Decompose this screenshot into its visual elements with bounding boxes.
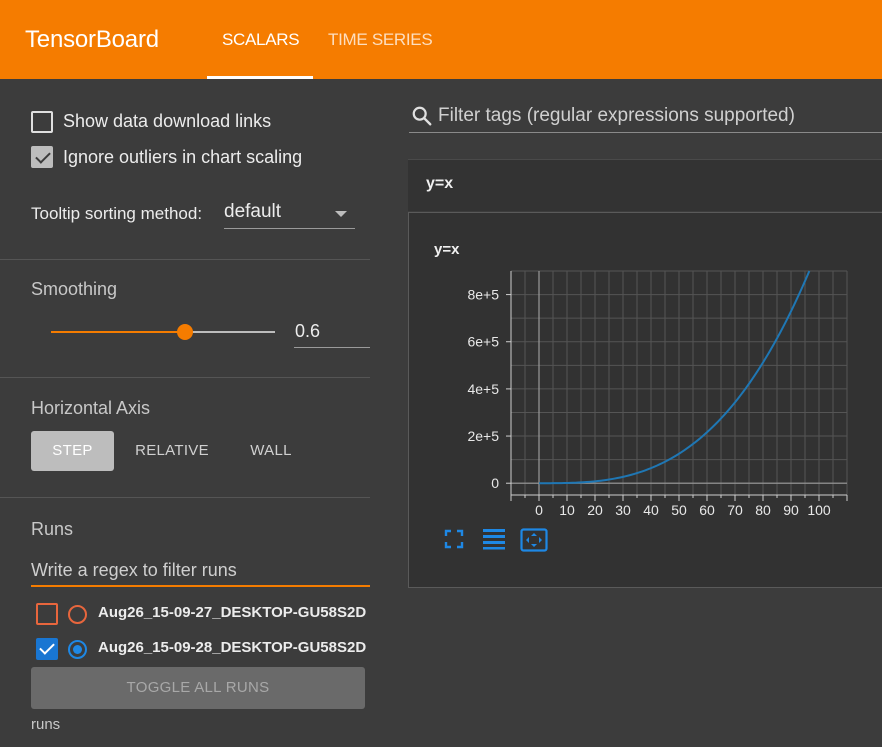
x-tick-label: 80	[755, 502, 771, 518]
run-1-checkbox[interactable]	[36, 603, 58, 625]
ignore-outliers-checkbox[interactable]	[31, 146, 53, 168]
run-1-name: Aug26_15-09-27_DESKTOP-GU58S2D	[98, 604, 367, 621]
x-tick-label: 30	[615, 502, 631, 518]
smoothing-input[interactable]: 0.6	[294, 319, 370, 348]
tooltip-sorting-label: Tooltip sorting method:	[31, 204, 203, 223]
y-tick-label: 0	[491, 475, 499, 491]
smoothing-slider-fill	[51, 331, 185, 333]
y-tick-label: 2e+5	[467, 428, 499, 444]
app-title: TensorBoard	[25, 26, 159, 53]
axis-relative-button[interactable]: RELATIVE	[124, 431, 220, 471]
run-2-radio[interactable]	[68, 640, 87, 659]
tag-filter-input[interactable]: Filter tags (regular expressions support…	[409, 102, 882, 133]
tag-filter-placeholder: Filter tags (regular expressions support…	[438, 105, 795, 126]
show-download-links-checkbox[interactable]	[31, 111, 53, 133]
tag-group-title: y=x	[426, 175, 454, 192]
x-tick-label: 90	[783, 502, 799, 518]
x-tick-label: 0	[535, 502, 543, 518]
x-tick-label: 50	[671, 502, 687, 518]
x-tick-label: 70	[727, 502, 743, 518]
search-icon	[412, 106, 432, 126]
smoothing-slider-handle[interactable]	[177, 324, 193, 340]
x-tick-label: 40	[643, 502, 659, 518]
axis-wall-button[interactable]: WALL	[230, 431, 312, 471]
axis-step-button[interactable]: STEP	[31, 431, 114, 471]
y-tick-label: 8e+5	[467, 287, 499, 303]
run-2-name: Aug26_15-09-28_DESKTOP-GU58S2D	[98, 639, 367, 656]
divider	[0, 377, 370, 378]
chevron-down-icon	[335, 211, 347, 217]
series-line	[539, 270, 811, 485]
horizontal-axis-title: Horizontal Axis	[31, 398, 151, 418]
run-2-checkbox[interactable]	[36, 638, 58, 660]
tooltip-sorting-select[interactable]: default	[224, 201, 355, 229]
tooltip-sorting-value: default	[224, 201, 282, 222]
line-chart[interactable]: 0 2e+5 4e+5 6e+5 8e+5 0 10 20 30 40 50 60 70 80 90 100	[409, 213, 882, 589]
toggle-log-scale-icon[interactable]	[482, 528, 506, 550]
smoothing-slider-track[interactable]	[185, 331, 275, 333]
x-tick-label: 20	[587, 502, 603, 518]
smoothing-value: 0.6	[295, 321, 321, 341]
divider	[0, 497, 370, 498]
runs-filter-placeholder: Write a regex to filter runs	[31, 560, 237, 580]
fit-domain-icon[interactable]	[520, 528, 548, 552]
toggle-all-runs-button[interactable]: TOGGLE ALL RUNS	[31, 667, 365, 709]
x-tick-label: 100	[807, 502, 831, 518]
tag-group-header[interactable]: y=x	[408, 159, 882, 211]
run-1-radio[interactable]	[68, 605, 87, 624]
sidebar: Show data download links Ignore outliers…	[0, 79, 372, 747]
x-tick-label: 10	[559, 502, 575, 518]
tab-scalars[interactable]: SCALARS	[222, 30, 300, 50]
divider	[0, 259, 370, 260]
tab-time-series[interactable]: TIME SERIES	[328, 30, 433, 50]
y-tick-label: 4e+5	[467, 381, 499, 397]
show-download-links-label[interactable]: Show data download links	[63, 111, 271, 132]
y-tick-label: 6e+5	[467, 334, 499, 350]
runs-title: Runs	[31, 519, 74, 539]
x-tick-label: 60	[699, 502, 715, 518]
ignore-outliers-label[interactable]: Ignore outliers in chart scaling	[63, 147, 302, 168]
fullscreen-icon[interactable]	[444, 529, 464, 549]
top-bar: TensorBoard SCALARS TIME SERIES	[0, 0, 882, 79]
smoothing-title: Smoothing	[31, 279, 118, 299]
runs-filter-input[interactable]: Write a regex to filter runs	[31, 557, 370, 587]
runs-footer: runs	[31, 716, 61, 733]
chart-card: y=x 0 2e+5 4e+5 6e+5 8e+5 0 10 20 30 40 50 60 70 80 90…	[408, 212, 882, 588]
